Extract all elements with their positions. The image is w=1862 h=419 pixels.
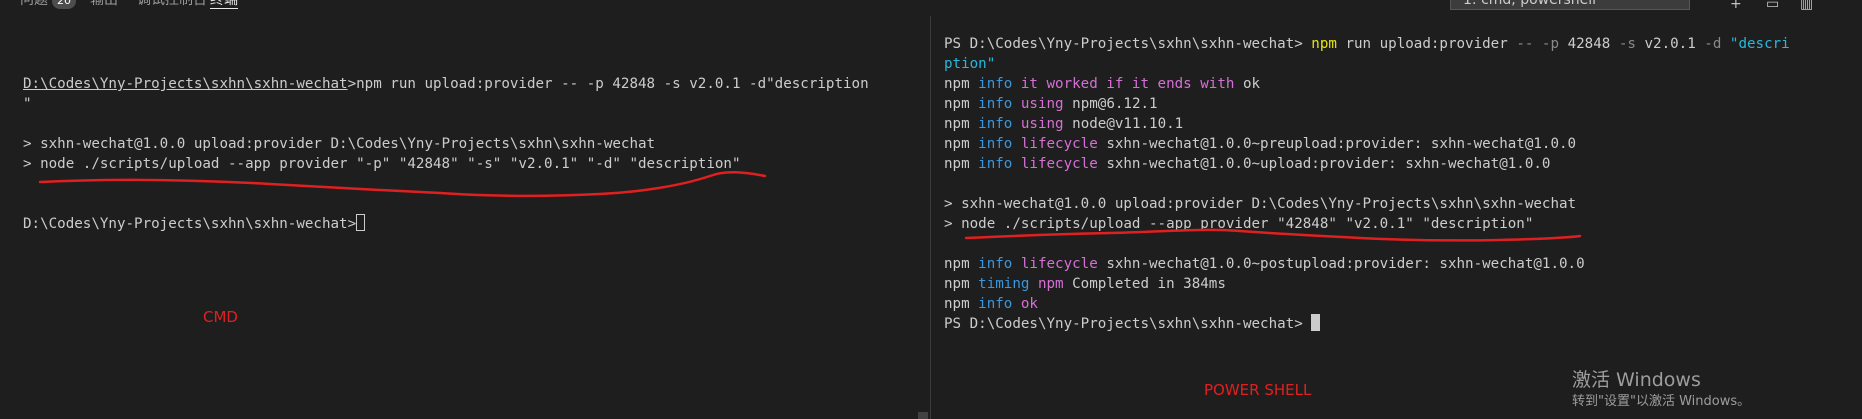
ps-timing-tail: Completed in 384ms (1072, 276, 1226, 292)
ps-npm-word: npm (944, 96, 970, 112)
windows-activation-watermark: 激活 Windows 转到"设置"以激活 Windows。 (1572, 368, 1750, 412)
ps-output-line-1: > sxhn-wechat@1.0.0 upload:provider D:\C… (944, 196, 1577, 212)
ps-info-line: npm info lifecycle sxhn-wechat@1.0.0~upl… (944, 154, 1550, 174)
cmd-output-line-2: > node ./scripts/upload --app provider "… (23, 156, 741, 172)
ps-info-text: lifecycle (1020, 136, 1098, 152)
ps-cmd-val1: 42848 (1567, 36, 1611, 52)
ps-cmd-flag2: -s (1618, 36, 1636, 52)
ps-timing-text: npm (1037, 276, 1064, 292)
ps-command-wrap: ption" (944, 56, 996, 72)
ps-info-tag: info (978, 156, 1013, 172)
ps-npm-word: npm (944, 256, 970, 272)
cmd-cursor (356, 214, 366, 231)
ps-info-line: npm info using npm@6.12.1 (944, 94, 1158, 114)
ps-npm-word: npm (944, 116, 970, 132)
cmd-terminal-pane[interactable]: D:\Codes\Yny-Projects\sxhn\sxhn-wechat>n… (0, 0, 930, 419)
cmd-command-wrap: " (23, 96, 32, 112)
ps-timing-tag: timing (978, 276, 1030, 292)
ps-cursor (1311, 314, 1321, 331)
ps-info-tag: info (978, 76, 1013, 92)
ps-info-line: npm info it worked if it ends with ok (944, 74, 1260, 94)
ps-info-tag: info (978, 256, 1013, 272)
ps-post-line: npm info lifecycle sxhn-wechat@1.0.0~pos… (944, 254, 1585, 274)
ps-cmd-flag3: -d (1704, 36, 1722, 52)
activation-title: 激活 Windows (1572, 369, 1701, 391)
ps-final-prompt-text: PS D:\Codes\Yny-Projects\sxhn\sxhn-wecha… (944, 316, 1303, 332)
ps-post-line: npm info ok (944, 294, 1038, 314)
powershell-terminal-pane[interactable]: PS D:\Codes\Yny-Projects\sxhn\sxhn-wecha… (932, 0, 1862, 419)
ps-info-tag: info (978, 116, 1013, 132)
ps-cmd-val2: v2.0.1 (1644, 36, 1696, 52)
cmd-scrollbar-thumb[interactable] (918, 412, 928, 419)
ps-info-tail: node@v11.10.1 (1072, 116, 1184, 132)
ps-info-text: lifecycle (1020, 256, 1098, 272)
ps-cmd-val3: "descri (1729, 36, 1790, 52)
cmd-output-line-1: > sxhn-wechat@1.0.0 upload:provider D:\C… (23, 136, 656, 152)
ps-annotation-label: POWER SHELL (1204, 381, 1312, 399)
ps-output-line-2: > node ./scripts/upload --app provider "… (944, 216, 1534, 232)
ps-info-text: using (1020, 116, 1064, 132)
ps-info-tail: npm@6.12.1 (1072, 96, 1158, 112)
ps-cmd-flag1: -- -p (1516, 36, 1560, 52)
ps-info-tag: info (978, 96, 1013, 112)
cmd-prompt-gt: > (347, 76, 357, 92)
ps-info-tail: sxhn-wechat@1.0.0~preupload:provider: sx… (1106, 136, 1577, 152)
activation-subtitle: 转到"设置"以激活 Windows。 (1572, 394, 1751, 409)
ps-cmd-npm: npm (1311, 36, 1337, 52)
ps-npm-word: npm (944, 156, 970, 172)
ps-info-text: using (1020, 96, 1064, 112)
ps-command-line: PS D:\Codes\Yny-Projects\sxhn\sxhn-wecha… (944, 34, 1790, 54)
ps-prompt: PS D:\Codes\Yny-Projects\sxhn\sxhn-wecha… (944, 36, 1303, 52)
ps-cmd-run: run upload:provider (1345, 36, 1508, 52)
cmd-annotation-label: CMD (203, 308, 238, 326)
ps-info-tail: ok (1242, 76, 1261, 92)
ps-info-text: lifecycle (1020, 156, 1098, 172)
ps-info-line: npm info lifecycle sxhn-wechat@1.0.0~pre… (944, 134, 1576, 154)
ps-info-tag: info (978, 136, 1013, 152)
ps-npm-word: npm (944, 136, 970, 152)
pane-divider[interactable] (930, 16, 931, 419)
ps-npm-word: npm (944, 76, 970, 92)
cmd-command-text: npm run upload:provider -- -p 42848 -s v… (356, 76, 869, 92)
ps-info-text: ok (1020, 296, 1038, 312)
cmd-final-prompt-text: D:\Codes\Yny-Projects\sxhn\sxhn-wechat> (23, 216, 357, 232)
ps-final-prompt: PS D:\Codes\Yny-Projects\sxhn\sxhn-wecha… (944, 314, 1321, 334)
cmd-final-prompt: D:\Codes\Yny-Projects\sxhn\sxhn-wechat> (23, 214, 366, 234)
ps-npm-word: npm (944, 276, 970, 292)
cmd-prompt-path[interactable]: D:\Codes\Yny-Projects\sxhn\sxhn-wechat (23, 76, 348, 92)
ps-info-tag: info (978, 296, 1013, 312)
ps-info-line: npm info using node@v11.10.1 (944, 114, 1183, 134)
ps-info-tail: sxhn-wechat@1.0.0~postupload:provider: s… (1106, 256, 1585, 272)
ps-post-line: npm timing npm Completed in 384ms (944, 274, 1226, 294)
ps-npm-word: npm (944, 296, 970, 312)
cmd-command-line: D:\Codes\Yny-Projects\sxhn\sxhn-wechat>n… (23, 74, 869, 94)
ps-info-text: it worked if it ends with (1020, 76, 1235, 92)
ps-info-tail: sxhn-wechat@1.0.0~upload:provider: sxhn-… (1106, 156, 1551, 172)
